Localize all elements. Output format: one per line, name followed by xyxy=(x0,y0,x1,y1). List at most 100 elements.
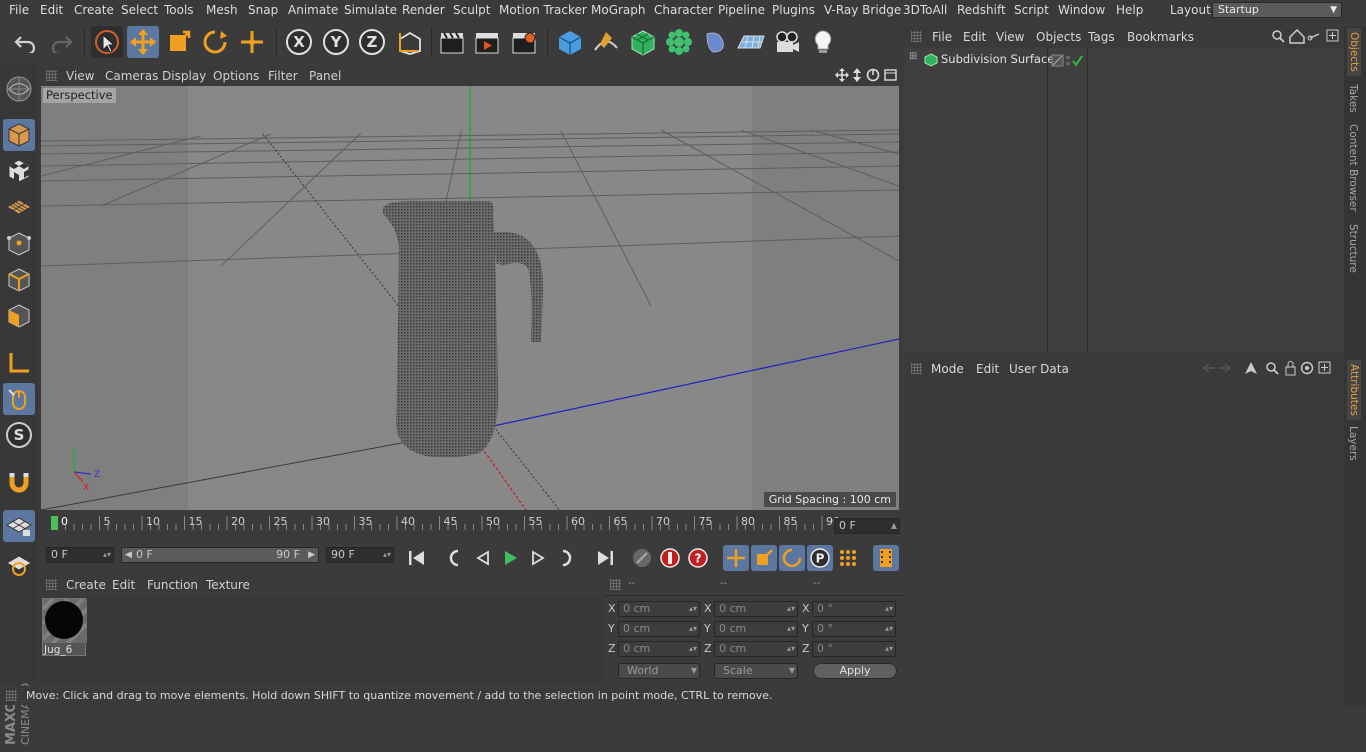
forward-arrow-icon[interactable] xyxy=(1219,363,1232,373)
coordinate-system-button[interactable] xyxy=(393,26,425,58)
autokeying-button[interactable] xyxy=(657,545,683,571)
menu-snap[interactable]: Snap xyxy=(248,3,278,17)
viewport-menu-panel[interactable]: Panel xyxy=(309,69,341,83)
undo-button[interactable] xyxy=(10,26,42,58)
camera-button[interactable] xyxy=(771,26,803,58)
menu-sculpt[interactable]: Sculpt xyxy=(453,3,490,17)
render-to-picture-viewer-button[interactable] xyxy=(471,26,503,58)
new-panel-icon[interactable] xyxy=(1326,29,1339,42)
workplane-mode-button[interactable] xyxy=(3,191,35,223)
play-button[interactable] xyxy=(497,545,523,571)
end-frame-field[interactable]: 90 F ▴▾ xyxy=(326,547,394,563)
apply-button[interactable]: Apply xyxy=(813,663,897,679)
menu-file[interactable]: File xyxy=(9,3,29,17)
redo-button[interactable] xyxy=(45,26,77,58)
record-position-button[interactable] xyxy=(723,545,749,571)
rotate-tool-button[interactable] xyxy=(199,26,231,58)
back-arrow-icon[interactable] xyxy=(1202,363,1215,373)
menu-create[interactable]: Create xyxy=(74,3,114,17)
timeline-ruler[interactable]: 0 5 10 15 20 25 30 35 40 45 50 55 60 65 70 75 80 85 90 0 F… xyxy=(40,512,902,542)
material-menu-function[interactable]: Function xyxy=(147,578,198,592)
polygons-mode-button[interactable] xyxy=(3,300,35,332)
snapping-button[interactable] xyxy=(3,466,35,498)
record-point-level-button[interactable] xyxy=(835,545,861,571)
model-mode-button[interactable] xyxy=(3,119,35,151)
tweak-mode-button[interactable] xyxy=(3,383,35,415)
om-menu-tags[interactable]: Tags xyxy=(1088,30,1115,44)
3d-viewport[interactable]: Y Z X Perspective Grid Spacing : 100 cm xyxy=(41,86,899,510)
edges-mode-button[interactable] xyxy=(3,264,35,296)
solo-button[interactable]: S xyxy=(3,419,35,451)
menu-help[interactable]: Help xyxy=(1116,3,1143,17)
attr-menu-edit[interactable]: Edit xyxy=(976,362,999,376)
viewport-menu-view[interactable]: View xyxy=(66,69,94,83)
menu-3dtoall[interactable]: 3DToAll xyxy=(903,3,947,17)
make-editable-button[interactable] xyxy=(3,73,35,105)
size-y-field[interactable]: 0 cm ▴▾ xyxy=(714,621,798,637)
size-z-field[interactable]: 0 cm ▴▾ xyxy=(714,641,798,657)
size-mode-dropdown[interactable]: Scale ▼ xyxy=(714,663,798,679)
tab-layers[interactable]: Layers xyxy=(1347,426,1359,461)
record-rotation-button[interactable] xyxy=(779,545,805,571)
expand-plus-icon[interactable]: ⊞ xyxy=(909,51,917,62)
axis-mode-button[interactable] xyxy=(3,347,35,379)
material-swatch-jug6[interactable]: Jug_6 xyxy=(41,597,89,656)
deformer-button[interactable] xyxy=(699,26,731,58)
menu-vray-bridge[interactable]: V-Ray Bridge xyxy=(824,3,901,17)
previous-key-button[interactable] xyxy=(442,545,468,571)
record-disabled-button[interactable] xyxy=(629,545,655,571)
lock-icon[interactable] xyxy=(1285,361,1296,376)
render-settings-button[interactable] xyxy=(508,26,540,58)
keyframe-selection-button[interactable]: ? xyxy=(685,545,711,571)
current-frame-field[interactable]: 0 F ▲ xyxy=(834,518,900,534)
viewport-menu-filter[interactable]: Filter xyxy=(268,69,298,83)
menu-edit[interactable]: Edit xyxy=(40,3,63,17)
list-item[interactable]: ⊞ Subdivision Surface xyxy=(905,51,1341,69)
search-icon[interactable] xyxy=(1272,30,1285,43)
enabled-check-icon[interactable] xyxy=(1072,55,1083,67)
menu-mograph[interactable]: MoGraph xyxy=(591,3,646,17)
menu-animate[interactable]: Animate xyxy=(288,3,338,17)
size-x-field[interactable]: 0 cm ▴▾ xyxy=(714,601,798,617)
subdivision-surface-button[interactable] xyxy=(627,26,659,58)
light-button[interactable] xyxy=(807,26,839,58)
go-to-start-button[interactable] xyxy=(404,545,430,571)
menu-character[interactable]: Character xyxy=(654,3,713,17)
viewport-menu-cameras[interactable]: Cameras xyxy=(105,69,158,83)
record-scale-button[interactable] xyxy=(751,545,777,571)
new-panel-icon[interactable] xyxy=(1318,361,1331,374)
menu-tools[interactable]: Tools xyxy=(164,3,194,17)
previous-frame-button[interactable] xyxy=(470,545,496,571)
go-to-end-button[interactable] xyxy=(592,545,618,571)
render-view-button[interactable] xyxy=(436,26,468,58)
menu-simulate[interactable]: Simulate xyxy=(344,3,397,17)
rot-p-field[interactable]: 0 ° ▴▾ xyxy=(812,621,896,637)
planar-workplane-button[interactable] xyxy=(3,548,35,580)
material-menu-texture[interactable]: Texture xyxy=(206,578,250,592)
maximize-view-icon[interactable] xyxy=(884,69,897,81)
link-icon[interactable] xyxy=(1307,33,1320,41)
pos-y-field[interactable]: 0 cm ▴▾ xyxy=(618,621,700,637)
attr-menu-user-data[interactable]: User Data xyxy=(1009,362,1069,376)
pos-x-field[interactable]: 0 cm ▴▾ xyxy=(618,601,700,617)
om-menu-bookmarks[interactable]: Bookmarks xyxy=(1127,30,1194,44)
pan-view-icon[interactable] xyxy=(835,68,849,82)
x-axis-lock-button[interactable]: X xyxy=(283,26,315,58)
y-axis-lock-button[interactable]: Y xyxy=(320,26,352,58)
tab-structure[interactable]: Structure xyxy=(1347,224,1359,273)
viewport-menu-options[interactable]: Options xyxy=(213,69,259,83)
om-menu-edit[interactable]: Edit xyxy=(963,30,986,44)
rot-b-field[interactable]: 0 ° ▴▾ xyxy=(812,641,896,657)
menu-window[interactable]: Window xyxy=(1058,3,1105,17)
workplane-lock-button[interactable] xyxy=(3,510,35,542)
om-menu-objects[interactable]: Objects xyxy=(1036,30,1081,44)
menu-pipeline[interactable]: Pipeline xyxy=(718,3,765,17)
record-parameter-button[interactable]: P xyxy=(807,545,833,571)
menu-mesh[interactable]: Mesh xyxy=(206,3,238,17)
material-menu-create[interactable]: Create xyxy=(66,578,106,592)
transform-tool-button[interactable] xyxy=(236,26,268,58)
playhead[interactable] xyxy=(51,516,58,530)
attr-menu-mode[interactable]: Mode xyxy=(931,362,964,376)
tab-objects[interactable]: Objects xyxy=(1347,28,1361,76)
menu-plugins[interactable]: Plugins xyxy=(772,3,815,17)
